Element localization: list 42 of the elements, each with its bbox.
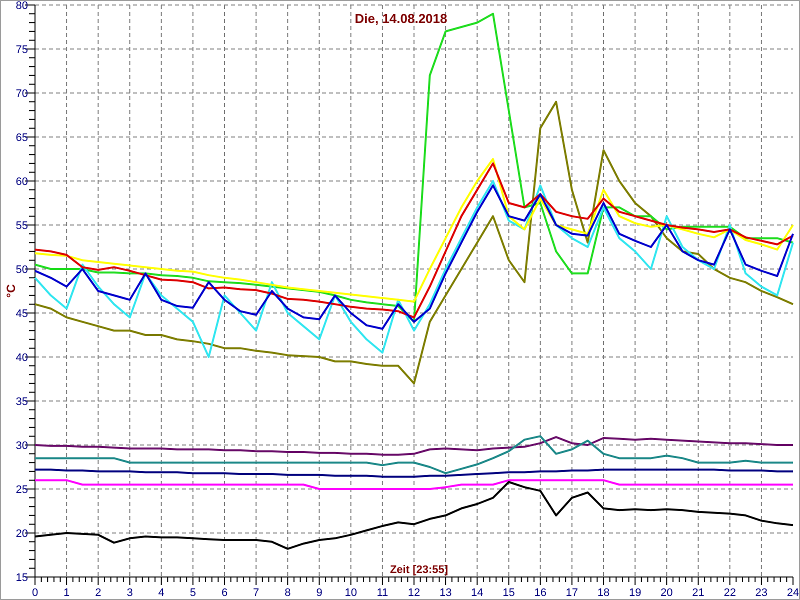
axis-label: 2 — [95, 587, 102, 599]
axis-label: 6 — [221, 587, 228, 599]
axis-label: 16 — [534, 587, 546, 599]
axis-label: 4 — [158, 587, 164, 599]
axis-label: 70 — [16, 88, 28, 100]
chart-title: Die, 14.08.2018 — [354, 11, 448, 26]
axis-label: 20 — [16, 528, 28, 540]
x-axis-title: Zeit [23:55] — [390, 564, 448, 576]
axis-label: 8 — [284, 587, 291, 599]
axis-label: 9 — [316, 587, 322, 599]
axis-label: 13 — [439, 587, 452, 599]
axis-label: 0 — [32, 587, 38, 599]
axis-label: 75 — [16, 44, 28, 56]
axis-label: 15 — [502, 587, 515, 599]
y-axis-title: °C — [4, 284, 18, 298]
axis-label: 7 — [253, 587, 260, 599]
axis-label: 50 — [16, 264, 28, 276]
axis-label: 12 — [408, 587, 420, 599]
axis-label: 21 — [692, 587, 704, 599]
axis-label: 14 — [471, 587, 484, 599]
axis-label: 60 — [16, 176, 28, 188]
axis-label: 1 — [64, 587, 70, 599]
axis-label: 5 — [190, 587, 196, 599]
axis-label: 24 — [786, 587, 799, 599]
axis-label: 35 — [16, 396, 28, 408]
axis-label: 23 — [755, 587, 768, 599]
axis-label: 25 — [16, 484, 28, 496]
axis-label: 80 — [16, 1, 28, 12]
axis-label: 30 — [16, 440, 28, 452]
axis-label: 18 — [597, 587, 610, 599]
axis-label: 3 — [126, 587, 133, 599]
axis-label: 17 — [566, 587, 578, 599]
axis-label: 55 — [16, 220, 28, 232]
axis-label: 20 — [660, 587, 673, 599]
axis-label: 19 — [628, 587, 642, 599]
axis-label: 10 — [344, 587, 357, 599]
axis-label: 40 — [16, 352, 28, 364]
axis-label: 45 — [16, 308, 28, 320]
axis-label: 15 — [16, 572, 28, 584]
axis-label: 65 — [16, 132, 28, 144]
axis-label: 11 — [376, 587, 388, 599]
axis-label: 22 — [724, 587, 736, 599]
